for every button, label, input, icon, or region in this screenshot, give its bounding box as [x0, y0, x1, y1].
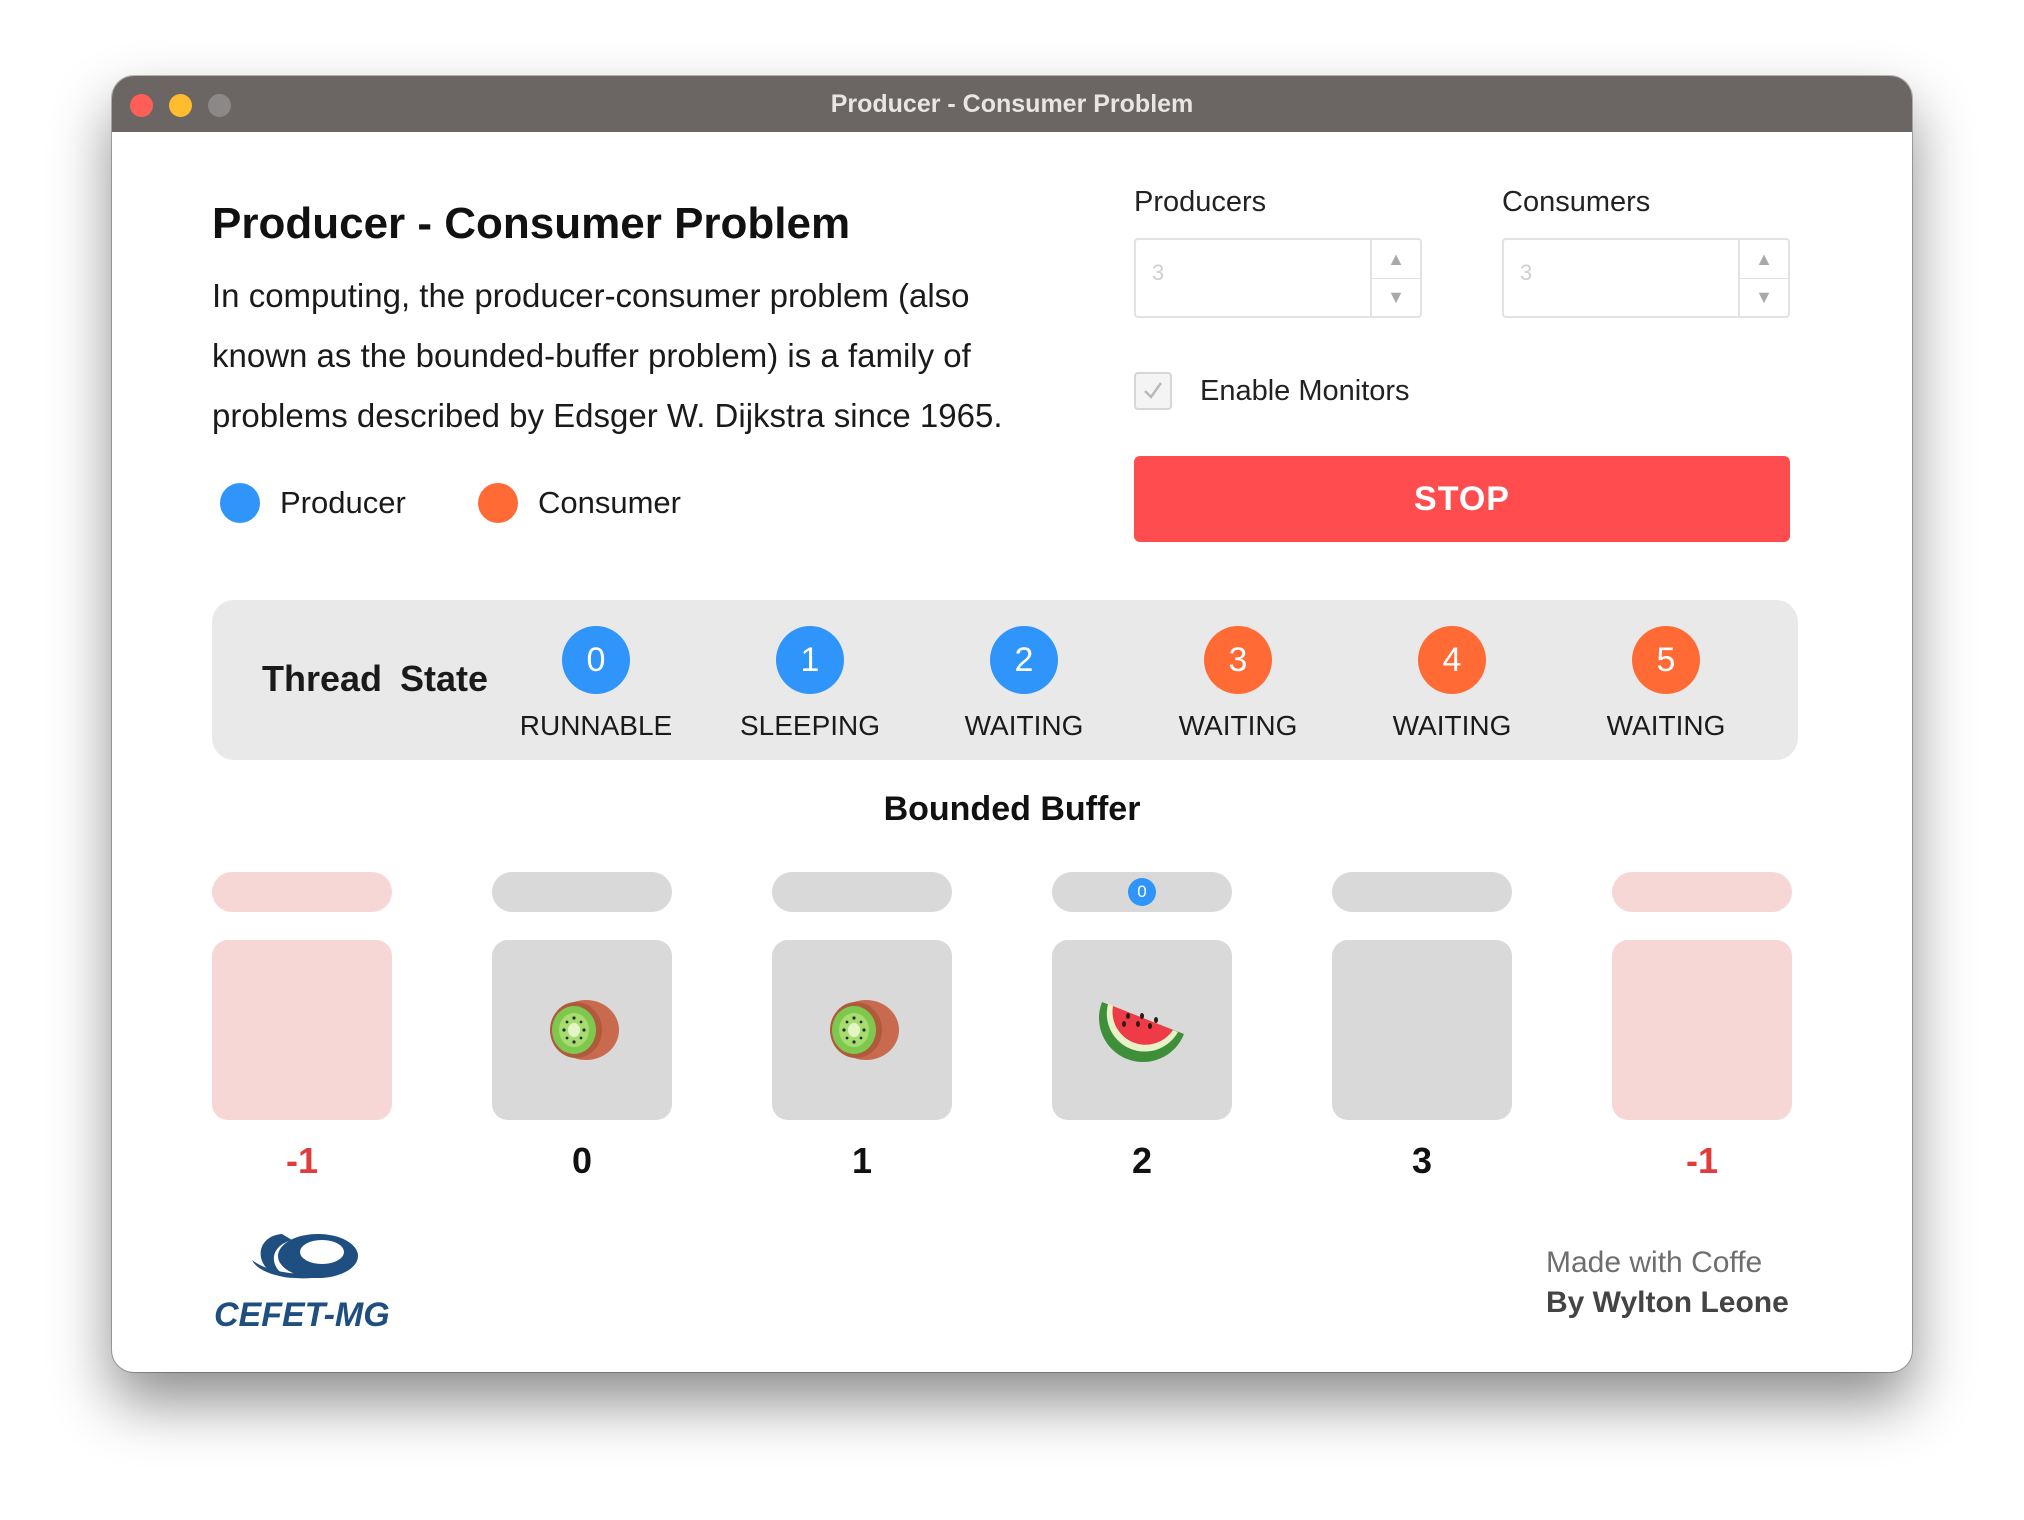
consumers-label: Consumers	[1502, 186, 1651, 218]
slot-indicator-bar	[772, 872, 952, 912]
window-controls	[130, 94, 231, 117]
slot-indicator-bar: 0	[1052, 872, 1232, 912]
checkmark-icon	[1144, 382, 1163, 399]
consumers-increment-button[interactable]: ▲	[1740, 240, 1788, 279]
enable-monitors-row: Enable Monitors	[1134, 372, 1410, 410]
slot-index: 0	[571, 1140, 593, 1181]
slot-indicator-bar	[1612, 872, 1792, 912]
producers-stepper-buttons: ▲ ▼	[1370, 240, 1420, 316]
minimize-window-button[interactable]	[169, 94, 192, 117]
credit-author: By Wylton Leone	[1546, 1286, 1789, 1319]
thread-state-label: WAITING	[1392, 710, 1512, 741]
kiwi-icon	[550, 1000, 619, 1060]
app-window: Producer - Consumer Problem Producer - C…	[112, 76, 1912, 1372]
slot-indicator-bar	[212, 872, 392, 912]
thread-item: 3 WAITING	[1128, 626, 1348, 742]
thread-id-badge: 5	[1632, 626, 1700, 694]
close-window-button[interactable]	[130, 94, 153, 117]
legend-consumer: Consumer	[478, 483, 681, 523]
cefet-mg-logo: CEFET-MG	[212, 1226, 392, 1341]
bounded-buffer-title: Bounded Buffer	[883, 790, 1141, 828]
consumers-stepper[interactable]: 3 ▲ ▼	[1502, 238, 1790, 318]
thread-id-badge: 3	[1204, 626, 1272, 694]
thread-state-label: WAITING	[1606, 710, 1726, 741]
producer-dot-icon	[220, 483, 260, 523]
slot-index: 1	[851, 1140, 873, 1181]
slot-index: -1	[285, 1140, 318, 1181]
thread-id-badge: 2	[990, 626, 1058, 694]
buffer-slot: 3	[1332, 872, 1512, 1182]
page-title: Producer - Consumer Problem	[212, 199, 851, 248]
enable-monitors-label: Enable Monitors	[1200, 374, 1410, 407]
slot-index: 2	[1131, 1140, 1153, 1181]
thread-state-title: Thread State	[262, 658, 489, 699]
thread-id-badge: 1	[776, 626, 844, 694]
thread-state-label: WAITING	[964, 710, 1084, 741]
slot-box	[492, 940, 672, 1120]
legend-producer: Producer	[220, 483, 406, 523]
thread-item: 2 WAITING	[914, 626, 1134, 742]
consumers-stepper-buttons: ▲ ▼	[1738, 240, 1788, 316]
window-title: Producer - Consumer Problem	[830, 89, 1194, 118]
problem-description: In computing, the producer-consumer prob…	[212, 277, 1003, 434]
thread-state-label: SLEEPING	[739, 710, 881, 741]
slot-index: -1	[1685, 1140, 1718, 1181]
legend-producer-label: Producer	[280, 485, 406, 520]
producers-label: Producers	[1134, 186, 1267, 218]
buffer-slot: 0 2	[1052, 872, 1232, 1182]
slot-thread-badge: 0	[1128, 878, 1156, 906]
slot-box	[212, 940, 392, 1120]
slot-box	[1332, 940, 1512, 1120]
producers-value[interactable]: 3	[1152, 260, 1164, 286]
thread-item: 4 WAITING	[1342, 626, 1562, 742]
thread-id-badge: 4	[1418, 626, 1486, 694]
slot-indicator-bar	[492, 872, 672, 912]
producers-decrement-button[interactable]: ▼	[1372, 278, 1420, 316]
cefet-mg-logo-icon: CEFET-MG	[214, 1234, 390, 1334]
consumer-dot-icon	[478, 483, 518, 523]
maximize-window-button[interactable]	[208, 94, 231, 117]
thread-state-label: WAITING	[1178, 710, 1298, 741]
thread-id-badge: 0	[562, 626, 630, 694]
logo-text: CEFET-MG	[214, 1296, 390, 1334]
slot-box	[1052, 940, 1232, 1120]
slot-box	[772, 940, 952, 1120]
thread-state-panel: Thread State 0 RUNNABLE 1 SLEEPING 2 WAI…	[212, 600, 1798, 760]
stop-button[interactable]: STOP	[1134, 456, 1790, 542]
producers-stepper[interactable]: 3 ▲ ▼	[1134, 238, 1422, 318]
consumers-decrement-button[interactable]: ▼	[1740, 278, 1788, 316]
buffer-slot: 1	[772, 872, 952, 1182]
credit-made-with: Made with Coffe	[1546, 1246, 1763, 1279]
consumers-value[interactable]: 3	[1520, 260, 1532, 286]
slot-indicator-bar	[1332, 872, 1512, 912]
title-bar: Producer - Consumer Problem	[112, 76, 1912, 132]
slot-index: 3	[1411, 1140, 1433, 1181]
legend-consumer-label: Consumer	[538, 485, 681, 520]
enable-monitors-checkbox[interactable]	[1134, 372, 1172, 410]
thread-state-label: RUNNABLE	[519, 710, 673, 741]
thread-item: 0 RUNNABLE	[486, 626, 706, 742]
watermelon-icon	[1098, 1002, 1184, 1063]
thread-item: 5 WAITING	[1556, 626, 1776, 742]
kiwi-icon	[830, 1000, 899, 1060]
buffer-slot: -1	[212, 872, 392, 1182]
producers-increment-button[interactable]: ▲	[1372, 240, 1420, 279]
buffer-slot: -1	[1612, 872, 1792, 1182]
slot-box	[1612, 940, 1792, 1120]
thread-item: 1 SLEEPING	[700, 626, 920, 742]
buffer-slot: 0	[492, 872, 672, 1182]
